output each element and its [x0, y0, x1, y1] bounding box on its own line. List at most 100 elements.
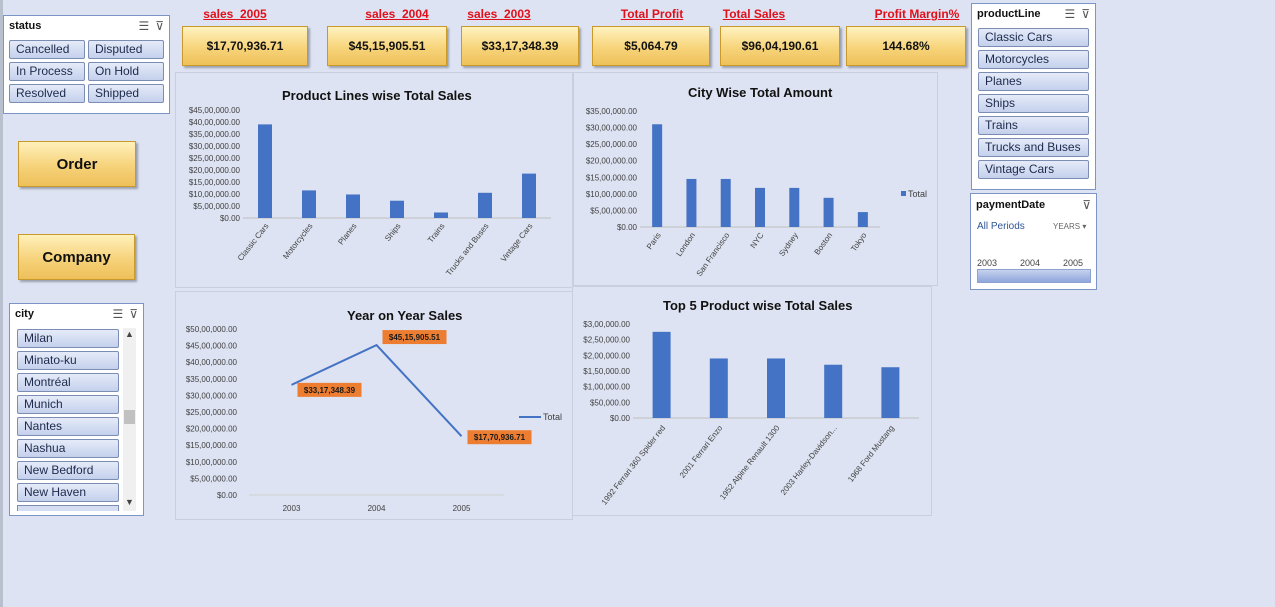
bar [652, 124, 663, 227]
x-tick-label: Paris [645, 231, 663, 251]
productline-item-ships[interactable]: Ships [978, 94, 1089, 113]
y-tick-label: $50,00,000.00 [186, 325, 238, 334]
productline-item-trucks-and-buses[interactable]: Trucks and Buses [978, 138, 1089, 157]
multi-select-icon[interactable]: ☰ [112, 307, 123, 321]
timeline-level-dropdown[interactable]: YEARS ▾ [1053, 222, 1086, 231]
y-tick-label: $5,00,000.00 [590, 206, 637, 215]
productline-slicer-title: productLine [977, 8, 1041, 20]
y-tick-label: $20,00,000.00 [189, 166, 241, 175]
company-button[interactable]: Company [18, 234, 135, 280]
kpi-title-profit-margin: Profit Margin% [874, 7, 960, 21]
status-item-on-hold[interactable]: On Hold [88, 62, 164, 81]
legend-swatch [901, 191, 906, 196]
city-item-nashua[interactable]: Nashua [17, 439, 119, 458]
city-item-minato-ku[interactable]: Minato-ku [17, 351, 119, 370]
city-item-milan[interactable]: Milan [17, 329, 119, 348]
bar [881, 367, 900, 418]
timeline-range-bar[interactable] [977, 269, 1091, 283]
city-item-montreal[interactable]: Montréal [17, 373, 119, 392]
city-item-nantes[interactable]: Nantes [17, 417, 119, 436]
x-tick-label: 1968 Ford Mustang [846, 424, 896, 484]
y-tick-label: $45,00,000.00 [186, 342, 238, 351]
y-tick-label: $0.00 [220, 214, 241, 223]
city-slicer-scrollbar[interactable]: ▲ ▼ [123, 328, 136, 511]
timeline-year-2005[interactable]: 2005 [1063, 258, 1083, 268]
kpi-card-total-profit[interactable]: $5,064.79 [592, 26, 710, 66]
status-item-shipped[interactable]: Shipped [88, 84, 164, 103]
productline-slicer-header: productLine ☰ ⊽ [972, 4, 1095, 24]
kpi-card-profit-margin[interactable]: 144.68% [846, 26, 966, 66]
x-tick-label: 2003 Harley-Davidson... [779, 424, 839, 497]
productline-item-classic-cars[interactable]: Classic Cars [978, 28, 1089, 47]
clear-filter-icon[interactable]: ⊽ [1081, 7, 1090, 21]
status-item-disputed[interactable]: Disputed [88, 40, 164, 59]
status-item-cancelled[interactable]: Cancelled [9, 40, 85, 59]
timeline-year-2004[interactable]: 2004 [1020, 258, 1040, 268]
top5-bar-chart: $0.00 $50,000.00 $1,00,000.00 $1,50,000.00 $… [583, 320, 919, 507]
y-tick-label: $35,00,000.00 [186, 375, 238, 384]
y-tick-label: $45,00,000.00 [189, 106, 241, 115]
timeline-year-2003[interactable]: 2003 [977, 258, 997, 268]
x-tick-label: Motorcycles [281, 222, 314, 261]
y-tick-label: $10,00,000.00 [586, 190, 638, 199]
productline-item-planes[interactable]: Planes [978, 72, 1089, 91]
x-tick-label: 2003 [283, 504, 301, 513]
product-lines-bar-chart: $0.00 $5,00,000.00 $10,00,000.00 $15,00,000… [189, 106, 551, 278]
y-tick-label: $1,00,000.00 [583, 383, 630, 392]
y-tick-label: $35,00,000.00 [189, 130, 241, 139]
scrollbar-thumb[interactable] [124, 410, 135, 424]
bar [346, 194, 360, 218]
y-tick-label: $35,00,000.00 [586, 107, 638, 116]
data-label: $17,70,936.71 [474, 433, 526, 442]
y-tick-label: $20,00,000.00 [586, 157, 638, 166]
bar [258, 124, 272, 218]
bar [824, 364, 843, 418]
x-tick-label: Trains [426, 222, 447, 245]
y-tick-label: $0.00 [617, 223, 638, 232]
chart-title-top5: Top 5 Product wise Total Sales [663, 298, 853, 313]
scroll-up-icon[interactable]: ▲ [123, 328, 136, 341]
city-item-new-bedford[interactable]: New Bedford [17, 461, 119, 480]
chart-panel-product-lines: Product Lines wise Total Sales $0.00 $5,0… [175, 72, 573, 288]
status-slicer: status ☰ ⊽ Cancelled Disputed In Process… [3, 15, 170, 114]
timeline-header: paymentDate ⊽ [971, 194, 1096, 214]
clear-filter-icon[interactable]: ⊽ [155, 19, 164, 33]
clear-filter-icon[interactable]: ⊽ [129, 307, 138, 321]
city-slicer: city ☰ ⊽ Milan Minato-ku Montréal Munich… [9, 303, 144, 516]
multi-select-icon[interactable]: ☰ [1064, 7, 1075, 21]
kpi-card-sales-2003[interactable]: $33,17,348.39 [461, 26, 579, 66]
bar [823, 197, 834, 227]
x-tick-label: Boston [813, 231, 835, 257]
chart-title-city: City Wise Total Amount [688, 85, 833, 100]
status-slicer-header: status ☰ ⊽ [4, 16, 169, 36]
status-item-resolved[interactable]: Resolved [9, 84, 85, 103]
status-item-in-process[interactable]: In Process [9, 62, 85, 81]
city-item-munich[interactable]: Munich [17, 395, 119, 414]
clear-filter-icon[interactable]: ⊽ [1082, 198, 1091, 212]
kpi-card-sales-2004[interactable]: $45,15,905.51 [327, 26, 447, 66]
productline-item-trains[interactable]: Trains [978, 116, 1089, 135]
y-tick-label: $30,00,000.00 [189, 142, 241, 151]
order-button[interactable]: Order [18, 141, 136, 187]
kpi-card-sales-2005[interactable]: $17,70,936.71 [182, 26, 308, 66]
x-tick-label: Trucks and Buses [444, 222, 490, 278]
city-item-new-haven[interactable]: New Haven [17, 483, 119, 502]
kpi-card-total-sales[interactable]: $96,04,190.61 [720, 26, 840, 66]
y-tick-label: $25,00,000.00 [586, 140, 638, 149]
multi-select-icon[interactable]: ☰ [138, 19, 149, 33]
y-tick-label: $30,00,000.00 [586, 124, 638, 133]
timeline-level-label: YEARS [1053, 222, 1081, 231]
scroll-down-icon[interactable]: ▼ [123, 496, 136, 509]
y-tick-label: $25,00,000.00 [186, 408, 238, 417]
bar [767, 358, 785, 418]
y-tick-label: $3,00,000.00 [583, 320, 630, 329]
productline-item-motorcycles[interactable]: Motorcycles [978, 50, 1089, 69]
y-tick-label: $2,50,000.00 [583, 336, 630, 345]
x-tick-label: Classic Cars [236, 222, 271, 263]
bar [789, 187, 800, 227]
productline-item-vintage-cars[interactable]: Vintage Cars [978, 160, 1089, 179]
productline-slicer: productLine ☰ ⊽ Classic Cars Motorcycles… [971, 3, 1096, 190]
kpi-value-sales-2005: $17,70,936.71 [206, 39, 284, 53]
y-tick-label: $25,00,000.00 [189, 154, 241, 163]
x-tick-label: London [674, 231, 697, 258]
